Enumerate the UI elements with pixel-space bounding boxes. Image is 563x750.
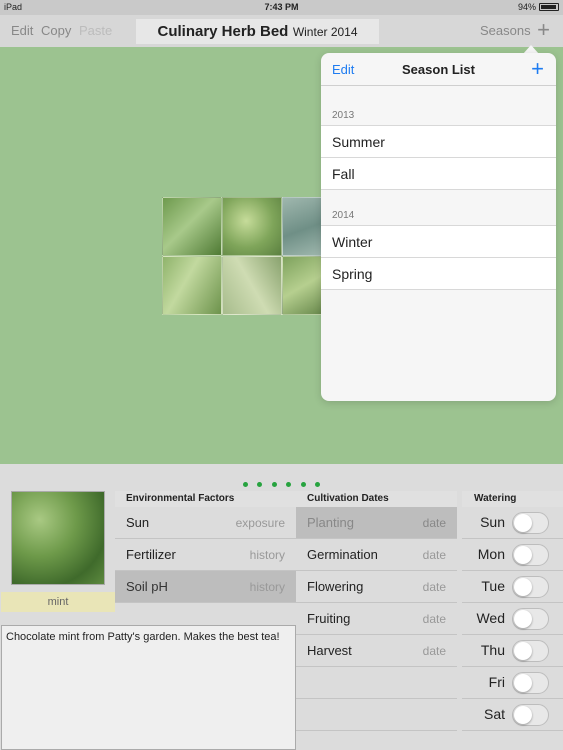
plant-notes-field[interactable]: Chocolate mint from Patty's garden. Make… — [1, 625, 296, 750]
page-dot[interactable] — [257, 482, 263, 487]
season-row-fall[interactable]: Fall — [321, 158, 556, 190]
day-label: Fri — [488, 674, 505, 690]
battery-percent: 94% — [517, 2, 536, 12]
watering-toggle[interactable] — [512, 576, 549, 598]
cult-row-fruiting[interactable]: Fruiting date — [296, 603, 457, 635]
watering-toggle[interactable] — [512, 544, 549, 566]
watering-row-fri: Fri — [462, 667, 563, 699]
row-label: Planting — [307, 515, 354, 530]
plant-name-label[interactable]: mint — [1, 592, 115, 612]
toolbar: Edit Copy Paste Culinary Herb Bed Winter… — [0, 15, 563, 47]
watering-row-wed: Wed — [462, 603, 563, 635]
battery-status: 94% — [518, 2, 559, 12]
status-time: 7:43 PM — [264, 2, 299, 12]
cult-row-germination[interactable]: Germination date — [296, 539, 457, 571]
row-label: Soil pH — [126, 579, 168, 594]
row-value: history — [249, 580, 285, 594]
status-bar: iPad 7:43 PM 94% — [0, 0, 563, 15]
row-value: exposure — [235, 516, 285, 530]
cult-row-flowering[interactable]: Flowering date — [296, 571, 457, 603]
empty-row — [296, 699, 457, 731]
battery-icon — [539, 3, 559, 11]
page-dot[interactable] — [315, 482, 321, 487]
day-label: Mon — [477, 546, 505, 562]
watering-row-mon: Mon — [462, 539, 563, 571]
row-value: date — [422, 516, 446, 530]
seasons-button[interactable]: Seasons — [480, 23, 531, 38]
cultivation-dates-list: Cultivation Dates Planting date Germinat… — [296, 491, 457, 731]
page-dot[interactable] — [286, 482, 292, 487]
season-row-winter[interactable]: Winter — [321, 226, 556, 258]
watering-toggle[interactable] — [512, 704, 549, 726]
plus-icon[interactable]: + — [531, 56, 544, 82]
row-label: Fertilizer — [126, 547, 176, 562]
bed-title[interactable]: Culinary Herb Bed Winter 2014 — [136, 19, 379, 44]
season-row-summer[interactable]: Summer — [321, 126, 556, 158]
plant-tile[interactable] — [162, 256, 222, 315]
row-label: Harvest — [307, 643, 352, 658]
watering-row-sat: Sat — [462, 699, 563, 731]
env-row-fertilizer[interactable]: Fertilizer history — [115, 539, 296, 571]
environmental-factors-list: Environmental Factors Sun exposure Ferti… — [115, 491, 296, 603]
row-value: history — [249, 548, 285, 562]
season-list-popover: Edit Season List + 2013 Summer Fall 2014… — [321, 53, 556, 401]
day-label: Sat — [483, 706, 505, 722]
section-header-2013: 2013 — [321, 86, 556, 126]
row-value: date — [422, 612, 446, 626]
day-label: Thu — [480, 642, 505, 658]
page-dot[interactable] — [242, 482, 248, 487]
row-label: Germination — [307, 547, 378, 562]
page-dot[interactable] — [300, 482, 306, 487]
env-row-sun[interactable]: Sun exposure — [115, 507, 296, 539]
popover-header: Edit Season List + — [321, 53, 556, 86]
bed-season: Winter 2014 — [292, 25, 358, 39]
watering-toggle[interactable] — [512, 640, 549, 662]
day-label: Sun — [480, 514, 505, 530]
plant-tile[interactable] — [222, 197, 282, 256]
watering-toggle[interactable] — [512, 672, 549, 694]
cult-row-harvest[interactable]: Harvest date — [296, 635, 457, 667]
page-control[interactable] — [0, 474, 563, 492]
row-value: date — [422, 580, 446, 594]
cult-row-planting[interactable]: Planting date — [296, 507, 457, 539]
plant-tile[interactable] — [162, 197, 222, 256]
env-row-soil-ph[interactable]: Soil pH history — [115, 571, 296, 603]
cultivation-header: Cultivation Dates — [296, 491, 457, 507]
day-label: Wed — [476, 610, 505, 626]
day-label: Tue — [481, 578, 505, 594]
row-label: Flowering — [307, 579, 364, 594]
row-label: Fruiting — [307, 611, 351, 626]
plant-photo[interactable] — [11, 491, 105, 585]
row-value: date — [422, 644, 446, 658]
page-dot[interactable] — [271, 482, 277, 487]
empty-row — [296, 667, 457, 699]
row-value: date — [422, 548, 446, 562]
watering-list: Watering Sun Mon Tue Wed Thu Fri Sat — [462, 491, 563, 731]
edit-button[interactable]: Edit — [11, 23, 33, 38]
season-row-spring[interactable]: Spring — [321, 258, 556, 290]
watering-row-sun: Sun — [462, 507, 563, 539]
bed-name: Culinary Herb Bed — [157, 23, 289, 40]
paste-button[interactable]: Paste — [79, 23, 112, 38]
plant-tile[interactable] — [222, 256, 282, 315]
copy-button[interactable]: Copy — [41, 23, 71, 38]
environmental-header: Environmental Factors — [115, 491, 296, 507]
plus-icon[interactable]: + — [537, 17, 550, 43]
row-label: Sun — [126, 515, 150, 530]
watering-header: Watering — [462, 491, 563, 507]
watering-row-tue: Tue — [462, 571, 563, 603]
watering-toggle[interactable] — [512, 608, 549, 630]
section-header-2014: 2014 — [321, 190, 556, 226]
watering-row-thu: Thu — [462, 635, 563, 667]
popover-title: Season List — [402, 62, 475, 77]
watering-toggle[interactable] — [512, 512, 549, 534]
